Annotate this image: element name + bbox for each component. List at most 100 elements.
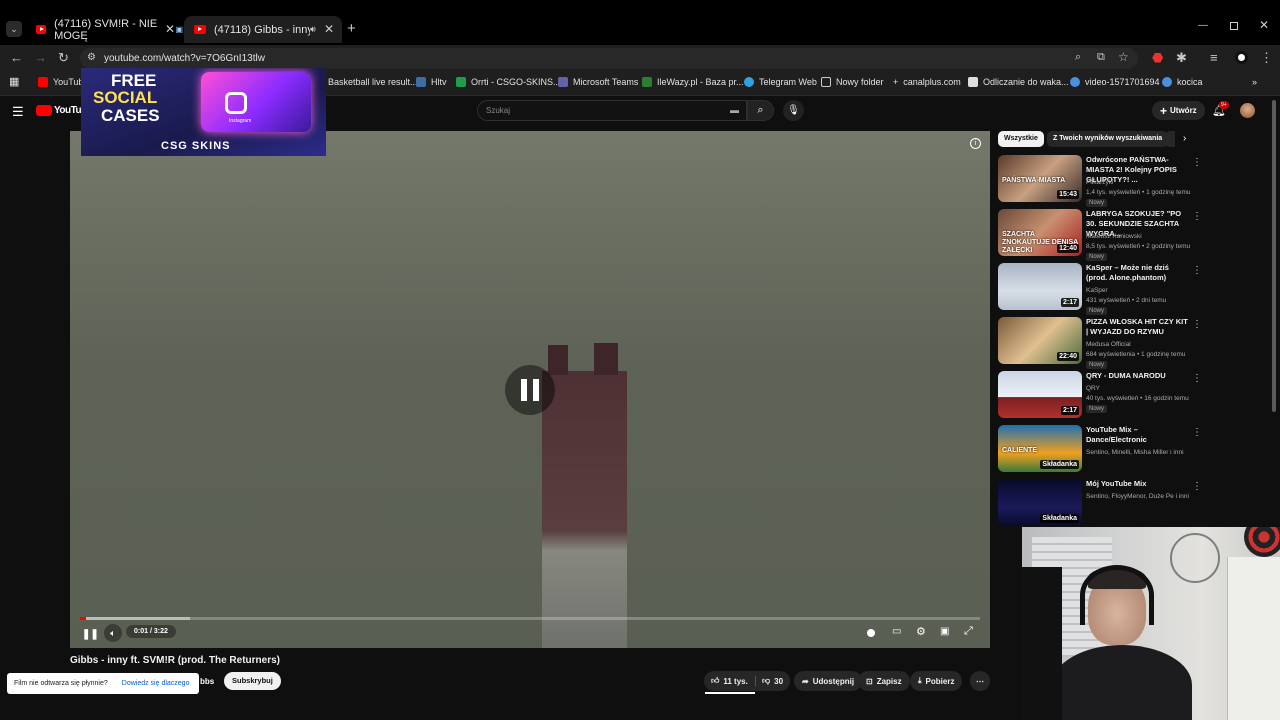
sidebar-channel-name[interactable]: Piłkarzyki — [1086, 178, 1113, 187]
sidebar-video-item[interactable]: SZACHTA ZNOKAUTUJE DENISA ZAŁĘCKI 12:40 LA… — [998, 209, 1202, 261]
account-avatar[interactable] — [1240, 103, 1255, 118]
sidebar-video-title[interactable]: KaSper – Może nie dziś (prod. Alone.phan… — [1086, 263, 1190, 283]
channel-name-partial[interactable]: bbs — [200, 677, 214, 686]
save-button[interactable]: ⊡ Zapisz — [858, 671, 910, 691]
bookmark-star-icon[interactable]: ☆ — [1118, 50, 1129, 64]
bookmark-kocica[interactable]: kocica — [1162, 77, 1203, 87]
chip-partial[interactable] — [1165, 131, 1175, 147]
tab-1-close-icon[interactable]: ✕ — [165, 22, 175, 36]
bookmark-odliczanie[interactable]: Odliczanie do waka... — [968, 77, 1069, 87]
zoom-icon[interactable]: ⌕ — [1075, 51, 1081, 64]
sidebar-video-item[interactable]: 2:17 QRY - DUMA NARODU QRY 40 tys. wyświetl… — [998, 371, 1202, 421]
new-tab-button[interactable]: + — [347, 21, 356, 36]
volume-button[interactable]: 🔈︎ — [104, 624, 122, 642]
toast-learn-more-link[interactable]: Dowiedz się dlaczego — [122, 680, 190, 687]
bookmark-canalplus[interactable]: + canalplus.com — [893, 77, 961, 87]
fullscreen-icon[interactable]: ⤢ — [964, 625, 973, 638]
maximize-button[interactable] — [1230, 22, 1238, 30]
sidebar-channel-name[interactable]: Medusa Official — [1086, 340, 1131, 349]
bookmark-teams[interactable]: Microsoft Teams — [558, 77, 638, 87]
chips-next-icon[interactable]: › — [1183, 133, 1186, 144]
site-info-icon[interactable]: ⚙ — [87, 52, 96, 63]
audio-icon[interactable]: 🔊︎ — [310, 24, 316, 35]
apps-grid-icon[interactable]: ▦ — [9, 75, 19, 88]
sidebar-video-item[interactable]: Składanka Mój YouTube Mix Sentino, FloyyMe… — [998, 479, 1202, 529]
bookmark-folder[interactable]: Nowy folder — [821, 77, 884, 87]
tab-2-close-icon[interactable]: ✕ — [324, 22, 334, 36]
dislike-button[interactable]: 👎︎ 30 — [756, 676, 783, 686]
download-button[interactable]: ⤓ Pobierz — [910, 671, 963, 691]
subtitles-icon[interactable]: ▭ — [892, 626, 901, 637]
more-options-icon[interactable]: ⋮ — [1192, 319, 1202, 330]
sidebar-channel-name[interactable]: QRY — [1086, 384, 1100, 393]
subscribe-button[interactable]: Subskrybuj — [224, 672, 281, 690]
bookmark-ilewazy[interactable]: IleWazy.pl - Baza pr... — [642, 77, 744, 87]
video-thumbnail[interactable]: 2:17 — [998, 263, 1082, 310]
close-window-button[interactable]: ✕ — [1259, 18, 1269, 32]
video-thumbnail[interactable]: PAŃSTWA-MIASTA 15:43 — [998, 155, 1082, 202]
search-box[interactable]: Szukaj ▬ — [477, 100, 747, 121]
tab-2[interactable]: (47118) Gibbs - inny ft. SVM!R 🔊︎ ✕ — [184, 16, 342, 43]
like-button[interactable]: 👍︎ 11 tys. — [704, 676, 756, 686]
miniplayer-icon[interactable]: ▣ — [940, 626, 949, 637]
media-control-icon[interactable]: ≡ — [1210, 51, 1218, 65]
search-input[interactable]: Szukaj — [486, 106, 510, 115]
forward-icon[interactable]: → — [34, 51, 47, 65]
sidebar-video-title[interactable]: Mój YouTube Mix — [1086, 479, 1190, 489]
back-icon[interactable]: ← — [10, 51, 23, 65]
sidebar-video-title[interactable]: QRY - DUMA NARODU — [1086, 371, 1190, 381]
chip-all[interactable]: Wszystkie — [998, 131, 1044, 147]
reload-icon[interactable]: ↻ — [58, 51, 69, 65]
sidebar-video-item[interactable]: PAŃSTWA-MIASTA 15:43 Odwrócone PAŃSTWA-MIA… — [998, 155, 1202, 207]
extensions-puzzle-icon[interactable]: ✱ — [1176, 51, 1187, 65]
page-scrollbar[interactable] — [1272, 100, 1276, 412]
sidebar-channel-name[interactable]: Mateusz Kaniowski — [1086, 232, 1142, 241]
bookmark-basketball[interactable]: Basketball live result... — [328, 77, 418, 87]
sidebar-channel-name[interactable]: Sentino, Minelli, Misha Miller i inni — [1086, 448, 1184, 457]
settings-gear-icon[interactable]: ⚙ — [916, 625, 926, 638]
tab-1[interactable]: (47116) SVM!R - NIE MOGĘ ▣ ✕ — [26, 16, 183, 43]
bookmark-orrti[interactable]: Orrti - CSGO-SKINS... — [456, 77, 561, 87]
info-icon[interactable]: i — [970, 138, 981, 149]
hamburger-menu-icon[interactable]: ☰ — [12, 104, 24, 120]
profile-avatar[interactable] — [1235, 51, 1248, 64]
minimize-button[interactable]: — — [1198, 20, 1208, 31]
tab-search-button[interactable]: ⌄ — [6, 21, 22, 37]
video-player[interactable]: i ❚❚ 🔈︎ 0:01 / 3:22 ▭ ⚙ ▣ ⤢ — [70, 131, 990, 648]
sidebar-channel-name[interactable]: KaSper — [1086, 286, 1108, 295]
more-options-icon[interactable]: ⋮ — [1192, 211, 1202, 222]
more-options-icon[interactable]: ⋮ — [1192, 427, 1202, 438]
bookmark-video[interactable]: video-1571701694 — [1070, 77, 1160, 87]
play-pause-button[interactable]: ❚❚ — [82, 629, 99, 640]
sidebar-video-title[interactable]: YouTube Mix – Dance/Electronic — [1086, 425, 1190, 445]
sidebar-channel-name[interactable]: Sentino, FloyyMenor, Duże Pe i inni — [1086, 492, 1189, 501]
more-options-icon[interactable]: ⋮ — [1192, 265, 1202, 276]
keyboard-icon[interactable]: ▬ — [730, 105, 739, 115]
extension-red-icon[interactable]: ⬣ — [1152, 51, 1163, 65]
chip-from-search[interactable]: Z Twoich wyników wyszukiwania — [1047, 131, 1169, 147]
ad-banner[interactable]: FREE SOCIAL CASES Instagram CSG SKINS — [81, 68, 326, 156]
bookmark-hltv[interactable]: Hltv — [416, 77, 447, 87]
video-thumbnail[interactable]: SZACHTA ZNOKAUTUJE DENISA ZAŁĘCKI 12:40 — [998, 209, 1082, 256]
video-thumbnail[interactable]: CALIENTE Składanka — [998, 425, 1082, 472]
more-options-icon[interactable]: ⋮ — [1192, 481, 1202, 492]
more-actions-button[interactable]: ⋯ — [970, 671, 990, 691]
create-button[interactable]: + Utwórz — [1152, 101, 1205, 120]
more-options-icon[interactable]: ⋮ — [1192, 157, 1202, 168]
center-pause-overlay[interactable] — [505, 365, 555, 415]
video-thumbnail[interactable]: Składanka — [998, 479, 1082, 526]
autoplay-toggle[interactable] — [867, 629, 875, 637]
bookmark-telegram[interactable]: Telegram Web — [744, 77, 817, 87]
video-thumbnail[interactable]: 2:17 — [998, 371, 1082, 418]
sidebar-video-title[interactable]: PIZZA WŁOSKA HIT CZY KIT | WYJAZD DO RZY… — [1086, 317, 1190, 337]
sidebar-video-item[interactable]: 22:40 PIZZA WŁOSKA HIT CZY KIT | WYJAZD D… — [998, 317, 1202, 369]
install-app-icon[interactable]: ⧉ — [1097, 51, 1105, 64]
search-button[interactable]: ⌕ — [747, 100, 774, 121]
chrome-menu-icon[interactable]: ⋮ — [1260, 51, 1273, 65]
sidebar-video-item[interactable]: 2:17 KaSper – Może nie dziś (prod. Alone.… — [998, 263, 1202, 315]
more-bookmarks-icon[interactable]: » — [1252, 77, 1257, 87]
progress-bar[interactable] — [80, 617, 980, 620]
more-options-icon[interactable]: ⋮ — [1192, 373, 1202, 384]
address-bar[interactable]: ⚙ youtube.com/watch?v=7O6GnI13tlw ⌕ ⧉ ☆ — [80, 48, 1138, 69]
voice-search-button[interactable]: 🎙︎ — [783, 100, 804, 121]
